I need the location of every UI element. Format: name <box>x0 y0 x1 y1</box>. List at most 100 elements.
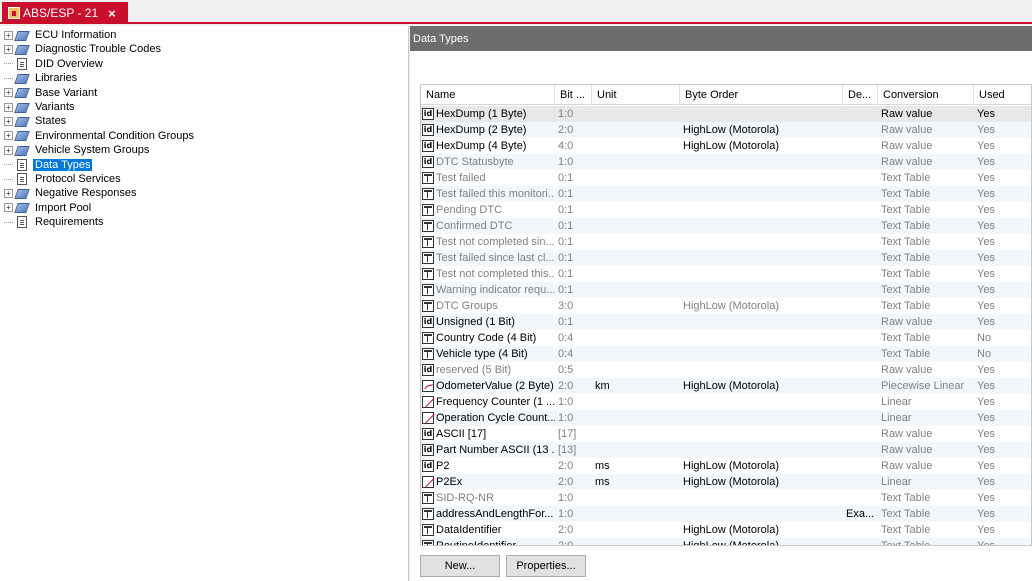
cell-used: Yes <box>977 220 995 232</box>
tree-item[interactable]: + Environmental Condition Groups <box>0 129 196 143</box>
table-row[interactable]: id HexDump (2 Byte) 2:0 HighLow (Motorola) R… <box>421 122 1031 138</box>
column-header-byte-order[interactable]: Byte Order <box>680 85 843 105</box>
expand-icon[interactable]: + <box>4 188 13 198</box>
table-row[interactable]: addressAndLengthFor... 1:0 Exa... Text Tabl… <box>421 506 1031 522</box>
table-row[interactable]: id P2 2:0 ms HighLow (Motorola) Raw value Yes <box>421 458 1031 474</box>
tree-item[interactable]: Libraries <box>0 71 79 85</box>
table-row[interactable]: Vehicle type (4 Bit) 0:4 Text Table No <box>421 346 1031 362</box>
cell-bit: 2:0 <box>558 524 574 536</box>
cell-used: Yes <box>977 172 995 184</box>
identical-icon: id <box>422 444 434 456</box>
table-row[interactable]: Test not completed this... 0:1 Text Table Y… <box>421 266 1031 282</box>
cell-used: Yes <box>977 156 995 168</box>
table-row[interactable]: Test failed 0:1 Text Table Yes <box>421 170 1031 186</box>
tree-item-label: Base Variant <box>35 86 98 99</box>
table-row[interactable]: Test failed this monitori... 0:1 Text Tabl… <box>421 186 1031 202</box>
tree-connector <box>4 77 13 79</box>
tree-item[interactable]: Data Types <box>0 158 93 172</box>
folder-icon <box>15 102 29 113</box>
column-header-used[interactable]: Used <box>974 85 1031 105</box>
data-type-name: HexDump (2 Byte) <box>436 124 527 136</box>
table-row[interactable]: DTC Groups 3:0 HighLow (Motorola) Text Tabl… <box>421 298 1031 314</box>
cell-de <box>843 138 878 154</box>
cell-name: id Unsigned (1 Bit) <box>421 314 555 330</box>
tree-item[interactable]: + States <box>0 114 68 128</box>
table-row[interactable]: Frequency Counter (1 ... 1:0 Linear Yes <box>421 394 1031 410</box>
expand-icon[interactable]: + <box>4 131 13 141</box>
cell-order <box>680 442 843 458</box>
cell-used: Yes <box>977 524 995 536</box>
expand-icon[interactable]: + <box>4 44 13 54</box>
table-row[interactable]: Test not completed sin... 0:1 Text Table Ye… <box>421 234 1031 250</box>
column-header-description[interactable]: De... <box>843 85 878 105</box>
tree-item[interactable]: Protocol Services <box>0 172 123 186</box>
tree-item[interactable]: + ECU Information <box>0 28 118 42</box>
table-row[interactable]: Pending DTC 0:1 Text Table Yes <box>421 202 1031 218</box>
expand-icon[interactable]: + <box>4 30 13 40</box>
properties-button[interactable]: Properties... <box>506 555 586 577</box>
table-row[interactable]: id HexDump (1 Byte) 1:0 Raw value Yes <box>421 106 1031 122</box>
cell-used: Yes <box>977 204 995 216</box>
table-row[interactable]: RoutineIdentifier 2:0 HighLow (Motorola) Te… <box>421 538 1031 546</box>
expand-icon[interactable]: + <box>4 102 13 112</box>
table-row[interactable]: Operation Cycle Count... 1:0 Linear Yes <box>421 410 1031 426</box>
cell-unit <box>592 266 680 282</box>
cell-name: OdometerValue (2 Byte) <box>421 378 555 394</box>
column-header-bit[interactable]: Bit ... <box>555 85 592 105</box>
table-row[interactable]: id ASCII [17] [17] Raw value Yes <box>421 426 1031 442</box>
table-row[interactable]: id Part Number ASCII (13 ... [13] Raw value… <box>421 442 1031 458</box>
tree-item[interactable]: + Diagnostic Trouble Codes <box>0 42 163 56</box>
cell-de <box>843 106 878 122</box>
table-row[interactable]: SID-RQ-NR 1:0 Text Table Yes <box>421 490 1031 506</box>
table-row[interactable]: OdometerValue (2 Byte) 2:0 km HighLow (Moto… <box>421 378 1031 394</box>
cell-used: Yes <box>977 380 995 392</box>
cell-order: HighLow (Motorola) <box>683 140 779 152</box>
tree-item-label: Environmental Condition Groups <box>35 129 194 142</box>
expand-icon[interactable]: + <box>4 145 13 155</box>
tree-item[interactable]: + Base Variant <box>0 86 99 100</box>
column-header-name[interactable]: Name <box>421 85 555 105</box>
cell-de <box>843 154 878 170</box>
cell-bit: 1:0 <box>558 156 574 168</box>
table-row[interactable]: id HexDump (4 Byte) 4:0 HighLow (Motorola) R… <box>421 138 1031 154</box>
table-row[interactable]: id DTC Statusbyte 1:0 Raw value Yes <box>421 154 1031 170</box>
column-header-conversion[interactable]: Conversion <box>878 85 974 105</box>
table-row[interactable]: Country Code (4 Bit) 0:4 Text Table No <box>421 330 1031 346</box>
table-row[interactable]: DataIdentifier 2:0 HighLow (Motorola) Text … <box>421 522 1031 538</box>
tree-item[interactable]: + Negative Responses <box>0 186 139 200</box>
tree-item-label: ECU Information <box>35 29 117 41</box>
tree-item[interactable]: Requirements <box>0 215 105 229</box>
column-header-unit[interactable]: Unit <box>592 85 680 105</box>
document-tab[interactable]: ABS/ESP - 21 × <box>2 2 128 24</box>
cell-name: Test not completed sin... <box>421 234 555 250</box>
data-type-name: Test failed this monitori... <box>436 188 555 200</box>
close-icon[interactable]: × <box>108 6 116 21</box>
cell-name: Country Code (4 Bit) <box>421 330 555 346</box>
tree-item[interactable]: + Variants <box>0 100 77 114</box>
cell-de <box>843 378 878 394</box>
cell-conv: Raw value <box>881 108 933 120</box>
expand-icon[interactable]: + <box>4 203 13 213</box>
cell-order <box>680 506 843 522</box>
table-row[interactable]: id Unsigned (1 Bit) 0:1 Raw value Yes <box>421 314 1031 330</box>
data-type-name: RoutineIdentifier <box>436 540 517 546</box>
cell-unit <box>592 490 680 506</box>
cell-unit <box>592 154 680 170</box>
table-row[interactable]: Confirmed DTC 0:1 Text Table Yes <box>421 218 1031 234</box>
cell-de <box>843 122 878 138</box>
cell-conv: Text Table <box>881 492 931 504</box>
tree-item[interactable]: DID Overview <box>0 57 105 71</box>
expand-icon[interactable]: + <box>4 116 13 126</box>
cell-name: id P2 <box>421 458 555 474</box>
tree-item[interactable]: + Vehicle System Groups <box>0 143 151 157</box>
table-row[interactable]: id reserved (5 Bit) 0:5 Raw value Yes <box>421 362 1031 378</box>
table-row[interactable]: Test failed since last cl... 0:1 Text Tabl… <box>421 250 1031 266</box>
tree-connector <box>4 63 13 65</box>
expand-icon[interactable]: + <box>4 88 13 98</box>
cell-order: HighLow (Motorola) <box>683 124 779 136</box>
identical-icon: id <box>422 108 434 120</box>
table-row[interactable]: Warning indicator requ... 0:1 Text Table Ye… <box>421 282 1031 298</box>
tree-item[interactable]: + Import Pool <box>0 201 93 215</box>
table-row[interactable]: P2Ex 2:0 ms HighLow (Motorola) Linear Yes <box>421 474 1031 490</box>
new-button[interactable]: New... <box>420 555 500 577</box>
